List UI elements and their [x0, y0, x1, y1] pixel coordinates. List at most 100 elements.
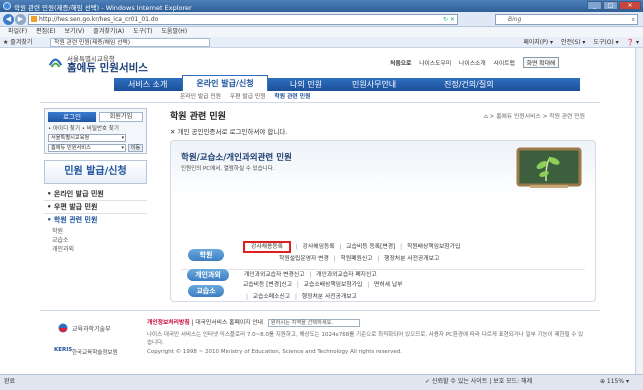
- menu-bar: 파일(F) 편집(E) 보기(V) 즐겨찾기(A) 도구(T) 도움말(H): [0, 27, 643, 37]
- logo-title: 홈에듀 민원서비스: [67, 62, 148, 74]
- sidebar-sub-private-tutoring[interactable]: 개인과외: [44, 245, 147, 254]
- sidebar-item-academy[interactable]: • 학원 관련 민원: [44, 214, 147, 227]
- link-center-insurance[interactable]: 교습소배상책임보험가입: [304, 282, 363, 288]
- top-links: 처음으로 나이스도우미 나이스소개 사이트맵 화면 확대해: [390, 57, 565, 68]
- lnb-academy[interactable]: 학원 관련 민원: [274, 94, 310, 100]
- link-license-tax[interactable]: 면허세 납부: [374, 282, 403, 288]
- menu-file[interactable]: 파일(F): [8, 28, 27, 35]
- academy-links-row1: 강사채용등록 | 강사해임등록 | 교습비등 등록[변경] | 학원배상책임보험…: [243, 241, 460, 253]
- academy-links-row2: 학원설립운영자 변경 | 학원폐원신고 | 행정처분 사전공개보고: [279, 256, 440, 262]
- menu-tools[interactable]: 도구(T): [133, 28, 152, 35]
- gnb-online-issue[interactable]: 온라인 발급/신청: [182, 75, 268, 91]
- go-button[interactable]: 이동: [128, 144, 143, 152]
- back-button[interactable]: ◀: [3, 14, 14, 25]
- address-bar[interactable]: http://hes.sen.go.kr/hes_ica_cr01_01.do …: [28, 14, 458, 25]
- link-academy-founder-change[interactable]: 학원설립운영자 변경: [279, 256, 329, 262]
- sidebar-item-mail[interactable]: • 우편 발급 민원: [44, 201, 147, 214]
- category-private-tutoring[interactable]: 개인과외: [187, 269, 229, 281]
- ministry-logo-icon: [58, 323, 68, 333]
- find-account-links[interactable]: • 아이디 찾기 • 비밀번호 찾기: [48, 124, 119, 132]
- forward-button[interactable]: ▶: [15, 14, 26, 25]
- footer-notice: 나이스 대국민 서비스는 인터넷 익스플로러 7.0~8.0를 지원하고, 해상…: [147, 332, 584, 346]
- menu-edit[interactable]: 편집(E): [36, 28, 56, 35]
- link-sitemap[interactable]: 사이트맵: [494, 61, 515, 67]
- homepage-guide-link[interactable]: 대국민서비스 홈페이지 안내: [195, 320, 263, 326]
- browser-tab[interactable]: 학원 관련 민원(제증/해임 선택): [50, 38, 210, 47]
- minimize-button[interactable]: _: [587, 1, 602, 10]
- global-nav: 서비스 소개 온라인 발급/신청 나의 민원 민원사무안내 진정/건의/질의: [114, 75, 580, 91]
- tool-page[interactable]: 페이지(P) ▾: [523, 39, 553, 46]
- login-notice: ✕ 개인 공인인증서로 로그인하셔야 합니다.: [170, 128, 288, 136]
- category-tutoring-center[interactable]: 교습소: [188, 285, 224, 297]
- gnb-civil-guide[interactable]: 민원사무안내: [352, 78, 396, 91]
- refresh-icon[interactable]: ↻ ✕: [443, 15, 455, 24]
- link-instructor-register[interactable]: 강사채용등록: [243, 241, 291, 253]
- link-home[interactable]: 처음으로: [390, 61, 411, 67]
- link-private-close[interactable]: 개인과외교습자 폐지신고: [316, 272, 377, 278]
- link-private-change[interactable]: 개인과외교습자 변경신고: [244, 272, 305, 278]
- join-button[interactable]: 회원가입: [99, 112, 143, 122]
- login-box: 로그인 회원가입 • 아이디 찾기 • 비밀번호 찾기 서울특별시교육청 홈에듀…: [44, 108, 147, 154]
- favorites-label: 즐겨찾기: [10, 39, 33, 46]
- link-center-tuition[interactable]: 교습비등 [변경]신고: [243, 282, 292, 288]
- link-nice-help[interactable]: 나이스도우미: [419, 61, 451, 67]
- address-text: http://hes.sen.go.kr/hes_ica_cr01_01.do: [39, 16, 159, 23]
- tab-title: 학원 관련 민원(제증/해임 선택): [54, 40, 131, 46]
- gnb-service-intro[interactable]: 서비스 소개: [128, 78, 167, 91]
- menu-help[interactable]: 도움말(H): [161, 28, 187, 35]
- zoom-button[interactable]: 화면 확대해: [522, 57, 560, 68]
- sidebar-item-online[interactable]: • 온라인 발급 민원: [44, 188, 147, 201]
- status-bar: 완료 ✓ 신뢰할 수 있는 사이트 | 보호 모드: 해제 ⊕ 115% ▾: [0, 374, 643, 390]
- tool-help[interactable]: ❓ ▾: [627, 39, 639, 46]
- private-links-row1: 개인과외교습자 변경신고 | 개인과외교습자 폐지신고: [244, 272, 377, 278]
- gnb-petition[interactable]: 진정/건의/질의: [444, 78, 494, 91]
- civil-service-panel: 학원/교습소/개인과외관련 민원 인원인의 PC에서, 열람하실 수 있습니다.…: [170, 140, 596, 302]
- sidebar-menu: • 온라인 발급 민원 • 우편 발급 민원 • 학원 관련 민원 학원 교습소…: [44, 188, 147, 254]
- address-row: ◀ ▶ http://hes.sen.go.kr/hes_ica_cr01_01…: [0, 12, 643, 27]
- link-center-admin-report[interactable]: 행정처분 사전공개보고: [302, 294, 357, 300]
- gnb-my-civil[interactable]: 나의 민원: [290, 78, 322, 91]
- office-select[interactable]: 서울특별시교육청: [48, 134, 126, 142]
- zoom-level[interactable]: ⊕ 115% ▾: [600, 375, 629, 389]
- login-button[interactable]: 로그인: [48, 112, 96, 122]
- link-academy-close[interactable]: 학원폐원신고: [340, 256, 372, 262]
- logo-icon: [48, 58, 63, 68]
- link-center-close[interactable]: 교습소폐소신고: [253, 294, 290, 300]
- menu-view[interactable]: 보기(V): [65, 28, 85, 35]
- favorites-bar: ★ 즐겨찾기 학원 관련 민원(제증/해임 선택) 페이지(P) ▾ 안전(S)…: [0, 37, 643, 48]
- keris-logo: KERIS: [54, 347, 73, 353]
- maximize-button[interactable]: □: [603, 1, 618, 10]
- menu-favorites[interactable]: 즐겨찾기(A): [93, 28, 124, 35]
- panel-description: 인원인의 PC에서, 열람하실 수 있습니다.: [181, 166, 275, 172]
- lnb-online[interactable]: 온라인 발급 민원: [180, 94, 221, 100]
- page-icon: [31, 16, 37, 22]
- footer-links: 개인정보처리방침 | 대국민서비스 홈페이지 안내 원하시는 지역을 선택하세요…: [147, 317, 360, 327]
- row-divider: [181, 269, 585, 270]
- chalkboard-illustration: [516, 147, 582, 188]
- search-placeholder: Bing: [508, 16, 522, 23]
- sidebar-sub-tutoring-center[interactable]: 교습소: [44, 236, 147, 245]
- link-academy-insurance[interactable]: 학원배상책임보험가입: [407, 244, 460, 250]
- link-nice-intro[interactable]: 나이스소개: [459, 61, 486, 67]
- link-tuition-register[interactable]: 교습비등 등록[변경]: [346, 244, 395, 250]
- category-academy-btn[interactable]: 학원: [188, 249, 224, 261]
- breadcrumb: ⌂ > 홈에듀 민원서비스 > 학원 관련 민원: [484, 114, 585, 120]
- lnb-mail[interactable]: 우편 발급 민원: [230, 94, 266, 100]
- region-select[interactable]: 원하시는 지역을 선택하세요.: [267, 319, 360, 327]
- sidebar-title: 민원 발급/신청: [44, 160, 147, 184]
- status-text: 완료: [4, 378, 16, 385]
- close-window-button[interactable]: ✕: [619, 1, 641, 10]
- keris-name: 한국교육학술정보원: [72, 350, 118, 356]
- favorites-button[interactable]: ★ 즐겨찾기: [3, 37, 32, 48]
- search-input[interactable]: Bing ⌕: [495, 14, 638, 25]
- tool-tools[interactable]: 도구(O) ▾: [593, 39, 618, 46]
- link-instructor-dismiss[interactable]: 강사해임등록: [303, 244, 335, 250]
- search-icon[interactable]: ⌕: [632, 15, 635, 24]
- service-select[interactable]: 홈에듀 민원서비스: [48, 144, 126, 152]
- security-zone[interactable]: ✓ 신뢰할 수 있는 사이트 | 보호 모드: 해제: [425, 375, 532, 389]
- vertical-scrollbar[interactable]: [635, 48, 643, 374]
- link-academy-admin-report[interactable]: 행정처분 사전공개보고: [384, 256, 439, 262]
- tool-safety[interactable]: 안전(S) ▾: [561, 39, 585, 46]
- privacy-policy-link[interactable]: 개인정보처리방침: [147, 320, 190, 326]
- sidebar-sub-academy[interactable]: 학원: [44, 227, 147, 236]
